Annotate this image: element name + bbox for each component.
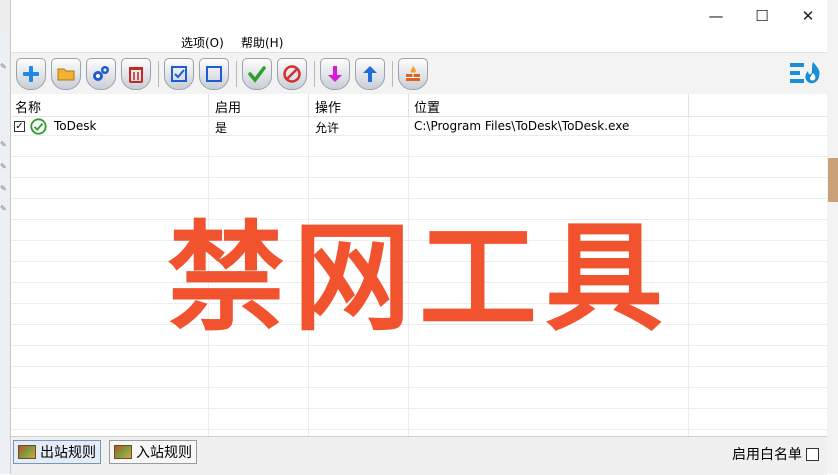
check-all-button[interactable] xyxy=(164,58,194,90)
rule-path: C:\Program Files\ToDesk\ToDesk.exe xyxy=(414,119,630,133)
pin-icon: ✎ xyxy=(0,162,7,171)
pin-icon: ✎ xyxy=(0,140,7,149)
tab-outbound-label: 出站规则 xyxy=(40,445,96,461)
column-header-enabled[interactable]: 启用 xyxy=(215,97,241,116)
menu-bar: 选项(O) 帮助(H) xyxy=(11,32,827,52)
table-header: 名称 启用 操作 位置 xyxy=(11,94,827,117)
table-row[interactable]: ✓ ToDesk 是 允许 C:\Program Files\ToDesk\To… xyxy=(11,116,827,137)
allow-check-icon xyxy=(248,66,266,83)
delete-trash-icon xyxy=(129,67,143,83)
whitelist-checkbox[interactable] xyxy=(806,447,819,461)
block-icon xyxy=(283,65,301,83)
firewall-button[interactable] xyxy=(398,58,428,90)
delete-rule-button[interactable] xyxy=(121,58,151,90)
toolbar xyxy=(11,52,827,96)
rule-enabled: 是 xyxy=(215,121,228,135)
add-rule-button[interactable] xyxy=(16,58,46,90)
background-thumbnail xyxy=(828,158,838,202)
title-bar: — ☐ ✕ xyxy=(11,0,827,32)
column-header-action[interactable]: 操作 xyxy=(315,97,341,116)
header-divider[interactable] xyxy=(208,94,209,116)
pin-icon: ✎ xyxy=(0,204,7,213)
column-header-name[interactable]: 名称 xyxy=(15,97,41,116)
status-check-icon xyxy=(30,118,47,135)
tab-inbound-rules[interactable]: 入站规则 xyxy=(109,440,197,464)
maximize-button[interactable]: ☐ xyxy=(739,0,785,32)
toolbar-separator xyxy=(314,61,315,87)
inbound-rules-icon xyxy=(114,445,132,459)
background-right-strip xyxy=(826,0,838,474)
menu-options[interactable]: 选项(O) xyxy=(181,34,224,51)
add-icon xyxy=(23,66,39,82)
outbound-rules-icon xyxy=(18,445,36,459)
whitelist-label: 启用白名单 xyxy=(732,447,802,463)
header-divider[interactable] xyxy=(408,94,409,116)
uncheck-all-button[interactable] xyxy=(199,58,229,90)
status-bar: 出站规则 入站规则 启用白名单 xyxy=(11,436,827,475)
move-down-button[interactable] xyxy=(320,58,350,90)
uncheck-all-icon xyxy=(206,66,222,82)
background-left-strip: ✎ ✎ ✎ ✎ ✎ xyxy=(0,0,10,474)
app-window: — ☐ ✕ 选项(O) 帮助(H) 名称 启用 操作 位置 ✓ ToDesk 是… xyxy=(10,0,827,475)
close-button[interactable]: ✕ xyxy=(785,0,831,32)
allow-button[interactable] xyxy=(242,58,272,90)
tab-inbound-label: 入站规则 xyxy=(136,445,192,461)
tab-outbound-rules[interactable]: 出站规则 xyxy=(13,440,101,464)
rule-name: ToDesk xyxy=(54,119,97,133)
firewall-flame-status[interactable] xyxy=(789,59,823,89)
move-up-icon xyxy=(363,66,377,82)
whitelist-toggle[interactable]: 启用白名单 xyxy=(732,444,819,464)
minimize-button[interactable]: — xyxy=(693,0,739,32)
block-button[interactable] xyxy=(277,58,307,90)
settings-button[interactable] xyxy=(86,58,116,90)
settings-gears-icon xyxy=(93,66,109,81)
move-down-icon xyxy=(328,66,342,82)
menu-help[interactable]: 帮助(H) xyxy=(241,34,283,51)
rule-checkbox[interactable]: ✓ xyxy=(14,121,25,132)
toolbar-separator xyxy=(392,61,393,87)
header-divider[interactable] xyxy=(688,94,689,116)
folder-icon xyxy=(57,68,75,81)
move-up-button[interactable] xyxy=(355,58,385,90)
pin-icon: ✎ xyxy=(0,62,7,71)
firewall-icon xyxy=(406,66,420,81)
toolbar-separator xyxy=(236,61,237,87)
rule-action: 允许 xyxy=(315,121,340,135)
header-divider[interactable] xyxy=(308,94,309,116)
check-all-icon xyxy=(171,66,187,82)
column-header-location[interactable]: 位置 xyxy=(414,97,440,116)
pin-icon: ✎ xyxy=(0,184,7,193)
overlay-title-text: 禁网工具 xyxy=(166,209,671,347)
toolbar-separator xyxy=(158,61,159,87)
firewall-flame-icon xyxy=(790,62,820,84)
open-folder-button[interactable] xyxy=(51,58,81,90)
